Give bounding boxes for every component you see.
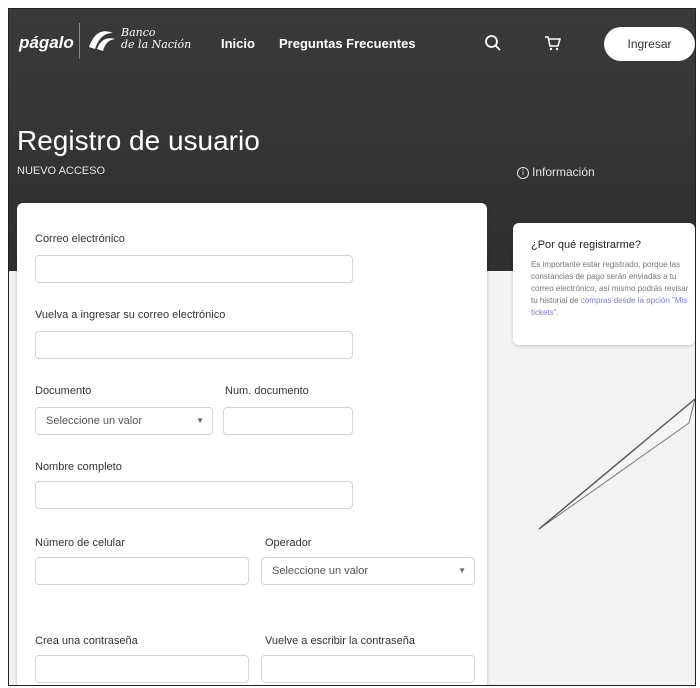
password-confirm-field[interactable] — [261, 655, 475, 683]
email-field[interactable] — [35, 255, 353, 283]
document-select[interactable]: Seleccione un valor ▼ — [35, 407, 213, 435]
nav-inicio-link[interactable]: Inicio — [221, 36, 255, 51]
login-button[interactable]: Ingresar — [604, 27, 695, 61]
bank-name: Banco de la Nación — [121, 27, 191, 51]
pagalo-logo[interactable]: págalo — [19, 33, 74, 53]
password-label: Crea una contraseña — [35, 635, 138, 647]
fullname-label: Nombre completo — [35, 461, 122, 473]
bank-name-line2: de la Nación — [121, 38, 192, 51]
info-card: ¿Por qué registrarme? Es importante esta… — [513, 223, 695, 345]
doc-number-field[interactable] — [223, 407, 353, 435]
search-icon[interactable] — [484, 34, 502, 52]
email-label: Correo electrónico — [35, 233, 125, 245]
email-confirm-field[interactable] — [35, 331, 353, 359]
phone-label: Número de celular — [35, 537, 125, 549]
info-card-title: ¿Por qué registrarme? — [531, 239, 642, 251]
cart-icon[interactable] — [544, 34, 562, 52]
operator-select[interactable]: Seleccione un valor ▼ — [261, 557, 475, 585]
operator-label: Operador — [265, 537, 312, 549]
top-nav: págalo Banco de la Nación Inicio Pregunt… — [9, 9, 695, 77]
fullname-field[interactable] — [35, 481, 353, 509]
page-subtitle: NUEVO ACCESO — [17, 165, 106, 177]
document-select-value: Seleccione un valor — [46, 415, 143, 427]
info-card-body: Es importante estar registrado, porque l… — [531, 259, 689, 319]
info-link-label: Información — [532, 165, 595, 179]
password-confirm-label: Vuelve a escribir la contraseña — [265, 635, 416, 647]
email-confirm-label: Vuelva a ingresar su correo electrónico — [35, 309, 226, 321]
phone-field[interactable] — [35, 557, 249, 585]
page-title: Registro de usuario — [17, 125, 260, 156]
chevron-down-icon: ▼ — [458, 566, 466, 575]
doc-number-label: Num. documento — [225, 385, 309, 397]
nav-faq-link[interactable]: Preguntas Frecuentes — [279, 36, 416, 51]
logo-divider — [79, 23, 80, 59]
pointer-arrow-icon — [538, 398, 695, 530]
bank-logo-icon — [89, 31, 115, 51]
document-label: Documento — [35, 385, 92, 397]
info-icon: i — [517, 166, 529, 179]
registration-form: Correo electrónico Vuelva a ingresar su … — [17, 203, 487, 685]
chevron-down-icon: ▼ — [196, 416, 204, 425]
page-frame: págalo Banco de la Nación Inicio Pregunt… — [8, 8, 696, 686]
operator-select-value: Seleccione un valor — [272, 565, 369, 577]
info-link[interactable]: i Información — [517, 165, 595, 179]
password-field[interactable] — [35, 655, 249, 683]
